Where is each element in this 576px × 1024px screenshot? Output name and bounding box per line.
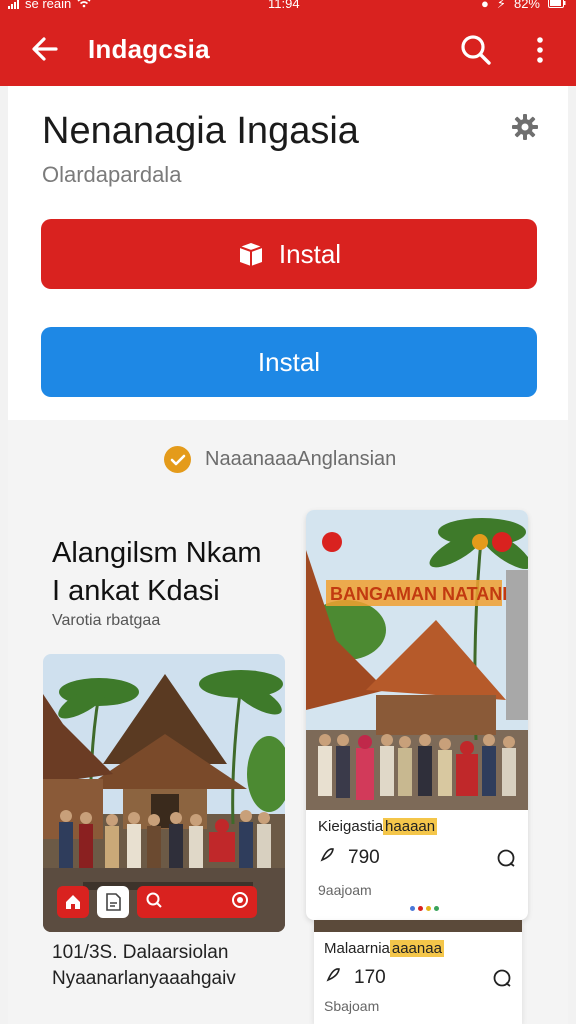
- carrier-text: ѕe reain: [25, 0, 72, 11]
- install-button-label: Instal: [278, 238, 342, 269]
- right-post-2-time: Sbajoam: [324, 998, 380, 1014]
- status-bar: ѕe reain 11:94 ● ⚡ 82%: [0, 0, 576, 14]
- right-post-time: 9aajoam: [318, 882, 372, 898]
- right-post-like-count: 790: [348, 847, 380, 868]
- charging-icon: ⚡: [496, 0, 506, 11]
- feature-title: Alangilsm Nkam I ankat Kdasi: [52, 534, 262, 610]
- right-post-2-like-count: 170: [354, 967, 386, 988]
- comment-icon[interactable]: [492, 968, 512, 988]
- like-icon: [318, 846, 336, 870]
- developer-name: Olardapardala: [42, 162, 182, 187]
- verified-text: NaaanaaaAnglansian: [205, 448, 397, 470]
- battery-icon: [548, 0, 566, 10]
- verified-check-icon: [164, 446, 191, 473]
- content-panel: Nenanagia Ingasia Olardapardala Instal I…: [8, 86, 568, 1024]
- right-post-2-likes[interactable]: 170: [324, 966, 386, 990]
- app-name: Nenanagia Ingasia: [42, 110, 359, 152]
- right-post-2-label-tag: aaanaa: [389, 940, 444, 957]
- battery-percent: 82%: [513, 0, 540, 11]
- badge-red-icon: [322, 532, 342, 552]
- badge-orange-icon: [472, 534, 488, 550]
- app-header-card: Nenanagia Ingasia Olardapardala Instal I…: [8, 86, 568, 420]
- feature-title-line2: I ankat Kdasi: [52, 575, 220, 607]
- search-small-icon[interactable]: [145, 891, 163, 914]
- left-post-location: Nyaanarlanyaaahgaiv: [52, 968, 236, 989]
- banner-text: BANGAMAN NATANI: [330, 584, 507, 604]
- clock: 11:94: [268, 0, 300, 11]
- install-button[interactable]: Instal: [41, 219, 537, 289]
- gear-icon[interactable]: [510, 112, 540, 142]
- more-vert-icon[interactable]: [526, 32, 554, 68]
- feature-title-line1: Alangilsm Nkam: [52, 537, 262, 569]
- pager-dots: [410, 906, 439, 911]
- signal-icon: [8, 0, 19, 9]
- record-icon[interactable]: [231, 891, 249, 914]
- location-icon: ●: [480, 0, 489, 11]
- left-post-caption: 101/3S. Dalaarsiolan: [52, 942, 229, 963]
- verified-row: NaaanaaaAnglansian: [164, 446, 396, 473]
- install-secondary-button[interactable]: Instal: [41, 327, 537, 397]
- right-post-image: BANGAMAN NATANI: [306, 510, 528, 810]
- document-icon[interactable]: [97, 886, 129, 918]
- right-post-likes[interactable]: 790: [318, 846, 380, 870]
- right-post-label: Kieigastia haaaan: [318, 818, 438, 835]
- install-secondary-label: Instal: [257, 346, 321, 377]
- left-post-toolbar[interactable]: [137, 886, 257, 918]
- left-post-actions: [57, 886, 257, 918]
- right-post-card[interactable]: BANGAMAN NATANI Kieigastia haaaan 790 9a…: [306, 510, 528, 920]
- badge-flag-icon: [492, 532, 512, 552]
- feature-subtitle: Varotia rbatgaa: [52, 612, 161, 629]
- package-icon: [237, 240, 265, 268]
- right-post-label-main: Kieigastia: [318, 818, 384, 835]
- wifi-icon: [77, 0, 91, 10]
- right-post-card-2[interactable]: Malaarnia aaanaa 170 Sbajoam: [314, 920, 522, 1024]
- app-bar-title: Indagcsia: [88, 34, 210, 64]
- home-icon[interactable]: [57, 886, 89, 918]
- back-arrow-icon[interactable]: [28, 32, 62, 66]
- like-icon: [324, 966, 342, 990]
- right-post-2-label: Malaarnia aaanaa: [324, 940, 444, 957]
- right-post-2-label-main: Malaarnia: [324, 940, 390, 957]
- comment-icon[interactable]: [496, 848, 516, 868]
- search-icon[interactable]: [458, 32, 494, 68]
- right-post-label-tag: haaaan: [383, 818, 438, 835]
- app-bar: Indagcsia: [0, 14, 576, 86]
- right-post-2-image-strip: [314, 920, 522, 932]
